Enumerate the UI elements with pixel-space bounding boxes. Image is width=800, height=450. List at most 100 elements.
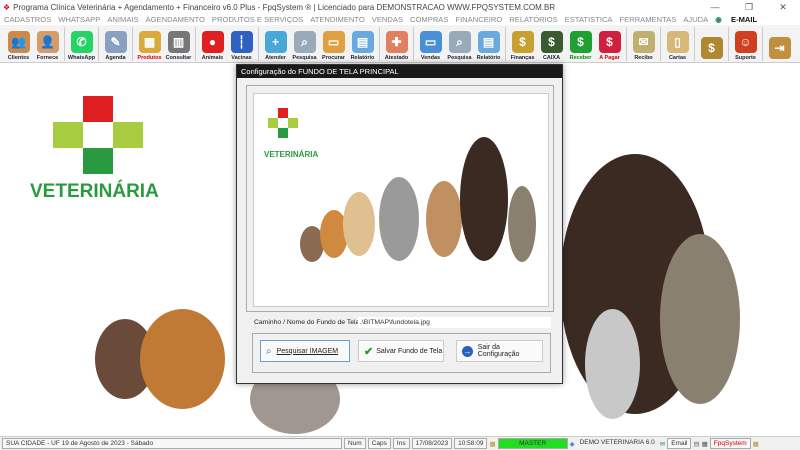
menu-estatistica[interactable]: ESTATISTICA — [565, 15, 613, 24]
toolbar-button-receber[interactable]: $ Receber — [566, 25, 595, 63]
menu-animais[interactable]: ANIMAIS — [107, 15, 138, 24]
menu-atendimento[interactable]: ATENDIMENTO — [310, 15, 365, 24]
paw-plus-icon: + — [264, 31, 287, 53]
image-preview-frame: VETERINÁRIA — [246, 85, 554, 312]
arrow-right-circle-icon: → — [462, 345, 473, 357]
path-label: Caminho / Nome do Fundo de Tela — [254, 319, 360, 326]
toolbar-label: Clientes — [7, 55, 30, 61]
toolbar-button-consultar[interactable]: ▥ Consultar — [164, 25, 193, 63]
toolbar-label: Vendas — [420, 55, 441, 61]
toolbar-label: Pesquisa — [447, 55, 472, 61]
magnifier-icon: ⌕ — [266, 345, 272, 357]
checkmark-icon: ✔ — [364, 345, 374, 358]
menu-relat-rios[interactable]: RELATÓRIOS — [509, 15, 557, 24]
app-paw-icon: ❖ — [3, 2, 11, 12]
toolbar-label: Atestado — [384, 55, 409, 61]
toolbar-button-agenda[interactable]: ✎ Agenda — [101, 25, 130, 63]
minimize-button[interactable]: — — [698, 0, 732, 14]
toolbar-label: Atender — [265, 55, 286, 61]
menu-vendas[interactable]: VENDAS — [372, 15, 403, 24]
toolbar-label: Relatório — [350, 55, 375, 61]
pay-money-icon: $ — [598, 31, 621, 53]
toolbar-button-fornece[interactable]: 👤 Fornece — [33, 25, 62, 63]
toolbar-label: Animais — [201, 55, 224, 61]
whatsapp-icon: ✆ — [70, 31, 93, 53]
finance-chart-icon: $ — [511, 31, 534, 53]
toolbar-button-procurar[interactable]: ▭ Procurar — [319, 25, 348, 63]
menu-whatsapp[interactable]: WHATSAPP — [58, 15, 100, 24]
toolbar-button-atender[interactable]: + Atender — [261, 25, 290, 63]
menu-bar: CADASTROS WHATSAPP ANIMAIS AGENDAMENTO PRODU… — [0, 14, 800, 25]
syringe-icon: ┆ — [230, 31, 253, 53]
email-globe-icon: ◉ — [715, 15, 722, 24]
search-docs-icon: ⌕ — [448, 31, 471, 53]
toolbar-separator — [413, 27, 414, 61]
toolbar-separator — [694, 27, 695, 61]
close-button[interactable]: ✕ — [766, 0, 800, 14]
toolbar-button-vacinas[interactable]: ┆ Vacinas — [227, 25, 256, 63]
maximize-button[interactable]: ❐ — [732, 0, 766, 14]
toolbar-separator — [98, 27, 99, 61]
database-icon: ◆ — [569, 440, 575, 448]
printer-icon[interactable]: ▤ — [693, 440, 699, 448]
toolbar-label: Agenda — [105, 55, 126, 61]
printer-icon: ▤ — [351, 31, 374, 53]
exit-config-button[interactable]: → Sair da Configuração — [456, 340, 543, 362]
menu-financeiro[interactable]: FINANCEIRO — [455, 15, 502, 24]
menu-ferramentas[interactable]: FERRAMENTAS — [620, 15, 677, 24]
svg-text:VETERINÁRIA: VETERINÁRIA — [264, 150, 318, 159]
status-ins: Ins — [392, 438, 410, 449]
svg-text:VETERINÁRIA: VETERINÁRIA — [30, 180, 159, 202]
toolbar-button-relat-rio[interactable]: ▤ Relatório — [474, 25, 503, 63]
toolbar-button-relat-rio[interactable]: ▤ Relatório — [348, 25, 377, 63]
toolbar-button-pesquisa[interactable]: ⌕ Pesquisa — [290, 25, 319, 63]
status-bar: SUA CIDADE - UF 19 de Agosto de 2023 - S… — [0, 436, 800, 450]
menu-agendamento[interactable]: AGENDAMENTO — [146, 15, 205, 24]
toolbar-label: Procurar — [322, 55, 345, 61]
toolbar-button-finan-as[interactable]: $ Finanças — [508, 25, 537, 63]
toolbar-button-pesquisa[interactable]: ⌕ Pesquisa — [445, 25, 474, 63]
paw-icon: ● — [201, 31, 224, 53]
menu-produtos-e-servi-os[interactable]: PRODUTOS E SERVIÇOS — [212, 15, 303, 24]
toolbar-button-atestado[interactable]: ✚ Atestado — [382, 25, 411, 63]
status-email[interactable]: Email — [667, 438, 692, 449]
toolbar-separator — [258, 27, 259, 61]
calendar-icon: ▦ — [489, 440, 496, 448]
toolbar-button-suporte[interactable]: ☺ Suporte — [731, 25, 760, 63]
toolbar-button-animais[interactable]: ● Animais — [198, 25, 227, 63]
toolbar-separator — [379, 27, 380, 61]
menu-compras[interactable]: COMPRAS — [410, 15, 448, 24]
status-caps: Caps — [367, 438, 391, 449]
letter-icon: ▯ — [666, 31, 689, 53]
toolbar-label: WhatsApp — [67, 55, 96, 61]
menu-cadastros[interactable]: CADASTROS — [4, 15, 51, 24]
toolbar-button-produtos[interactable]: ▦ Produtos — [135, 25, 164, 63]
calculator-icon[interactable]: ▦ — [702, 440, 708, 448]
toolbar-label: Recibo — [634, 55, 653, 61]
search-image-button[interactable]: ⌕ Pesquisar IMAGEM — [260, 340, 350, 362]
status-num: Num — [344, 438, 366, 449]
toolbar-button-recibo[interactable]: ✉ Recibo — [629, 25, 658, 63]
receive-money-icon: $ — [569, 31, 592, 53]
clients-icon: 👥 — [7, 31, 30, 53]
toolbar-button-exit-door[interactable]: ⇥ — [765, 25, 794, 63]
toolbar-button-cartas[interactable]: ▯ Cartas — [663, 25, 692, 63]
folder-icon: ▭ — [322, 31, 345, 53]
toolbar-button-clientes[interactable]: 👥 Clientes — [4, 25, 33, 63]
monitor-icon: ▭ — [419, 31, 442, 53]
toolbar-button-caixa[interactable]: $ CAIXA — [537, 25, 566, 63]
save-wallpaper-button[interactable]: ✔ Salvar Fundo de Tela — [358, 340, 444, 362]
calendar-small-icon[interactable]: ▦ — [753, 440, 759, 448]
toolbar-button-coins[interactable]: $ — [697, 25, 726, 63]
menu-ajuda[interactable]: AJUDA — [683, 15, 708, 24]
toolbar-button-whatsapp[interactable]: ✆ WhatsApp — [67, 25, 96, 63]
status-brand[interactable]: FpqSystem — [709, 438, 751, 449]
window-title: Programa Clínica Veterinária + Agendamen… — [13, 2, 556, 12]
path-input[interactable]: .\BITMAP\fundotela.jpg — [358, 317, 551, 328]
dialog-button-group: ⌕ Pesquisar IMAGEM ✔ Salvar Fundo de Tel… — [252, 333, 551, 373]
toolbar-button-vendas[interactable]: ▭ Vendas — [416, 25, 445, 63]
toolbar-button-a-pagar[interactable]: $ A Pagar — [595, 25, 624, 63]
toolbar-separator — [728, 27, 729, 61]
menu-email[interactable]: ◉ E-MAIL — [715, 15, 764, 24]
email-icon[interactable]: ✉ — [660, 440, 665, 448]
